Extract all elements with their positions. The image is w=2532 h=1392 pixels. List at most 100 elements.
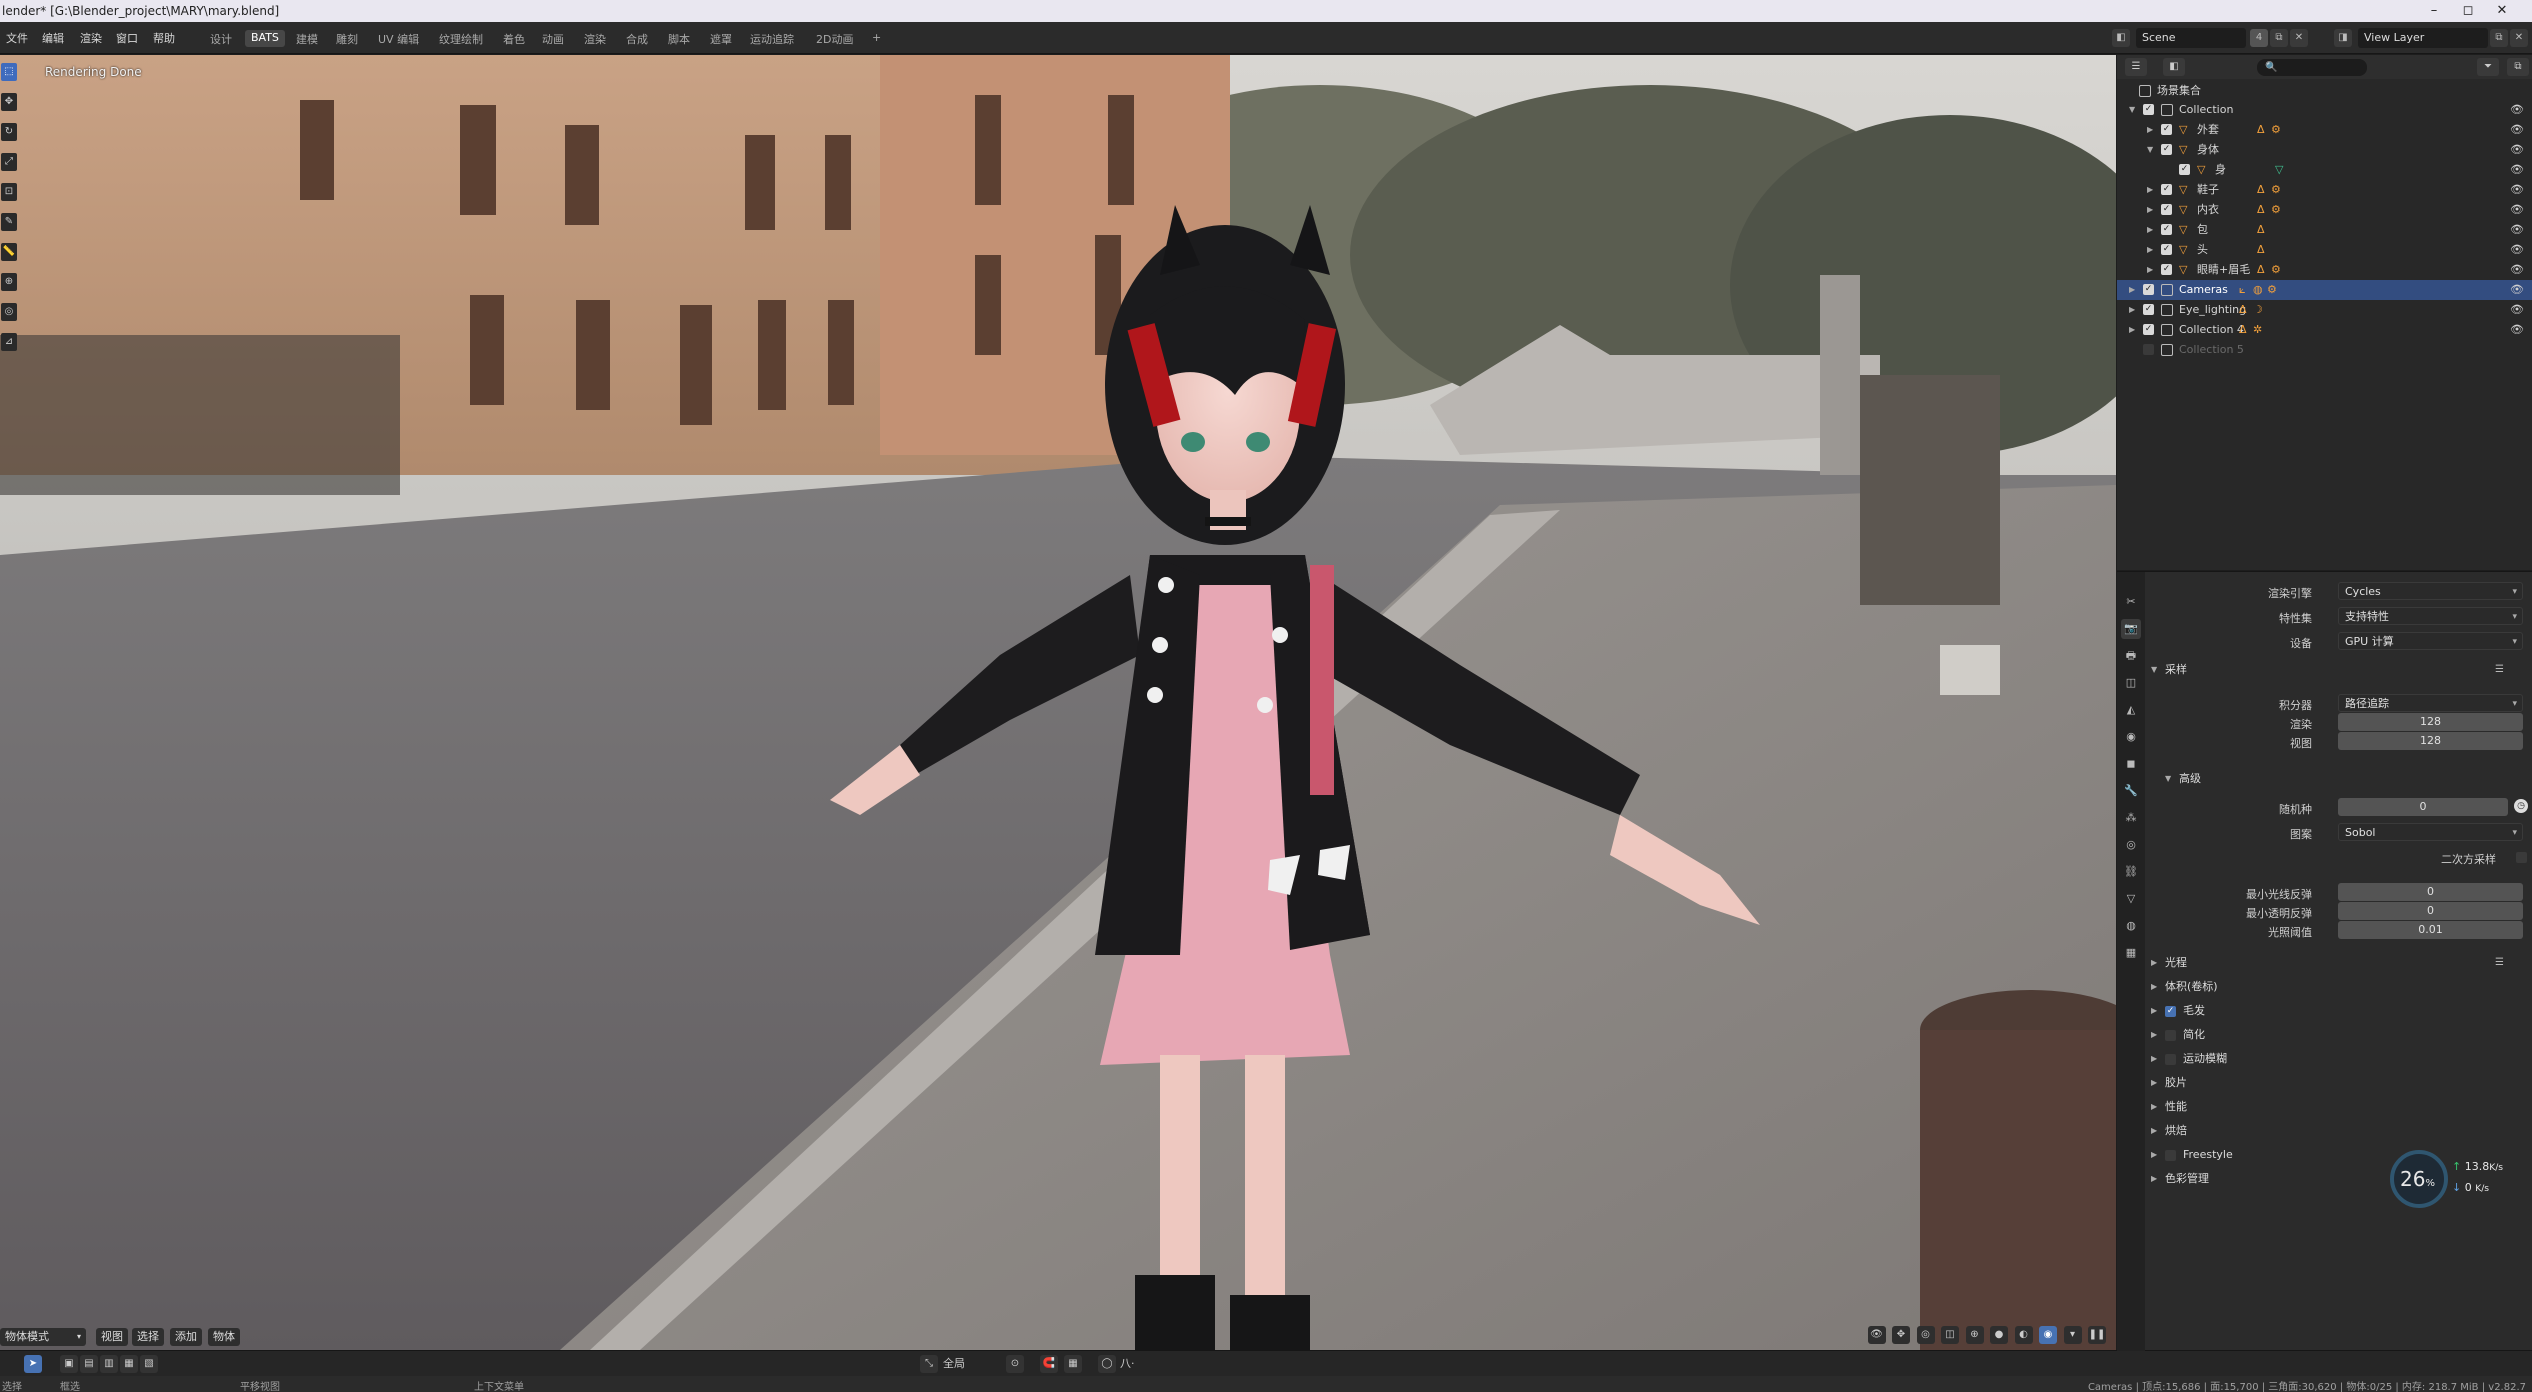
- preset-list-icon[interactable]: ☰: [2495, 952, 2504, 974]
- visibility-eye-icon[interactable]: 👁: [2510, 140, 2524, 160]
- visibility-eye-icon[interactable]: 👁: [2510, 320, 2524, 340]
- view-layer-icon[interactable]: ◫: [2121, 673, 2141, 693]
- cursor-icon[interactable]: ⊕: [1, 273, 17, 291]
- section-checkbox[interactable]: ✓: [2165, 1006, 2176, 1017]
- visibility-eye-icon[interactable]: 👁: [2510, 300, 2524, 320]
- workspace-tab[interactable]: 运动追踪: [744, 30, 800, 47]
- expand-right-icon[interactable]: ▶: [2129, 320, 2139, 340]
- workspace-tab[interactable]: 建模: [290, 30, 324, 47]
- scale-icon[interactable]: ⤢: [1, 153, 17, 171]
- outliner-row[interactable]: ▶ ✓ ▽ 外套 Δ ⚙ 👁: [2117, 120, 2532, 140]
- visibility-eye-icon[interactable]: 👁: [2510, 120, 2524, 140]
- xray-icon[interactable]: ◫: [1941, 1326, 1959, 1344]
- outliner-row[interactable]: ▼ ✓ ▽ 身体 👁: [2117, 140, 2532, 160]
- min-transparent-bounces-field[interactable]: 0: [2338, 902, 2523, 920]
- workspace-tab[interactable]: BATS: [245, 30, 285, 47]
- outliner-search-input[interactable]: 🔍: [2257, 59, 2367, 76]
- constraints-icon[interactable]: ⛓: [2121, 862, 2141, 882]
- section-checkbox[interactable]: [2165, 1150, 2176, 1161]
- new-collection-icon[interactable]: ⧉: [2507, 58, 2529, 76]
- workspace-tab[interactable]: 纹理绘制: [433, 30, 489, 47]
- world-icon[interactable]: ◉: [2121, 727, 2141, 747]
- menu-window[interactable]: 窗口: [116, 30, 138, 46]
- workspace-tab[interactable]: 渲染: [578, 30, 612, 47]
- visibility-eye-icon[interactable]: 👁: [2510, 200, 2524, 220]
- modifier-icon[interactable]: 🔧: [2121, 781, 2141, 801]
- workspace-tab[interactable]: UV 编辑: [372, 30, 425, 47]
- visibility-eye-icon[interactable]: 👁: [2510, 180, 2524, 200]
- expand-right-icon[interactable]: ▶: [2129, 280, 2139, 300]
- visibility-eye-icon[interactable]: 👁: [2510, 280, 2524, 300]
- select-intersect-icon[interactable]: ▧: [140, 1355, 158, 1373]
- visibility-eye-icon[interactable]: 👁: [2510, 240, 2524, 260]
- pivot-point-icon[interactable]: ⊙: [1006, 1355, 1024, 1373]
- pause-render-icon[interactable]: ❚❚: [2088, 1326, 2106, 1344]
- expand-right-icon[interactable]: ▶: [2147, 220, 2157, 240]
- display-mode-icon[interactable]: ◧: [2163, 58, 2185, 76]
- property-section[interactable]: ▶ ✓ 毛发: [2145, 1000, 2532, 1022]
- exclude-checkbox[interactable]: ✓: [2161, 204, 2172, 215]
- outliner-row[interactable]: ▶ ✓ Eye_lighting Δ ☽ 👁: [2117, 300, 2532, 320]
- workspace-tab[interactable]: 脚本: [662, 30, 696, 47]
- expand-right-icon[interactable]: ▶: [2147, 260, 2157, 280]
- outliner-row[interactable]: Collection 5: [2117, 340, 2532, 360]
- visibility-eye-icon[interactable]: 👁: [2510, 220, 2524, 240]
- object-icon[interactable]: ◼: [2121, 754, 2141, 774]
- advanced-subsection[interactable]: ▼ 高级: [2145, 768, 2532, 790]
- rendered-shading-icon[interactable]: ◉: [2039, 1326, 2057, 1344]
- expand-right-icon[interactable]: ▶: [2147, 200, 2157, 220]
- expand-right-icon[interactable]: ▶: [2147, 180, 2157, 200]
- material-icon[interactable]: ◍: [2121, 916, 2141, 936]
- menu-file[interactable]: 文件: [6, 30, 28, 46]
- workspace-tab[interactable]: 合成: [620, 30, 654, 47]
- select-menu[interactable]: 选择: [132, 1328, 164, 1346]
- select-extend-icon[interactable]: ▤: [80, 1355, 98, 1373]
- annotate-icon[interactable]: ✎: [1, 213, 17, 231]
- menu-edit[interactable]: 编辑: [42, 30, 64, 46]
- move-icon[interactable]: ✥: [1, 93, 17, 111]
- expand-right-icon[interactable]: ▶: [2147, 120, 2157, 140]
- tool-icon[interactable]: ✂: [2121, 592, 2141, 612]
- section-checkbox[interactable]: [2165, 1054, 2176, 1065]
- outliner-row[interactable]: ▶ ✓ ▽ 鞋子 Δ ⚙ 👁: [2117, 180, 2532, 200]
- exclude-checkbox[interactable]: ✓: [2143, 304, 2154, 315]
- maximize-button[interactable]: ◻: [2454, 2, 2482, 20]
- measure-icon[interactable]: 📏: [1, 243, 17, 261]
- proportional-edit-icon[interactable]: ◯: [1098, 1355, 1116, 1373]
- snap-target-icon[interactable]: ▦: [1064, 1355, 1082, 1373]
- device-dropdown[interactable]: GPU 计算 ▾: [2338, 632, 2523, 650]
- exclude-checkbox[interactable]: ✓: [2161, 184, 2172, 195]
- exclude-checkbox[interactable]: ✓: [2143, 104, 2154, 115]
- expand-down-icon[interactable]: ▼: [2129, 100, 2139, 120]
- integrator-dropdown[interactable]: 路径追踪 ▾: [2338, 694, 2523, 712]
- render-samples-field[interactable]: 128: [2338, 713, 2523, 731]
- add-cube-icon[interactable]: ⊿: [1, 333, 17, 351]
- view-layer-copy-icon[interactable]: ⧉: [2490, 29, 2508, 47]
- min-light-bounces-field[interactable]: 0: [2338, 883, 2523, 901]
- 3d-viewport[interactable]: Rendering Done ⬚ ✥ ↻ ⤢ ⊡ ✎ 📏 ⊕ ◎ ⊿ 物体模式 ▾ 视图 选择 添…: [0, 55, 2116, 1350]
- exclude-checkbox[interactable]: ✓: [2143, 284, 2154, 295]
- property-section[interactable]: ▶ 性能: [2145, 1096, 2532, 1118]
- texture-icon[interactable]: ▦: [2121, 943, 2141, 963]
- add-menu[interactable]: 添加: [170, 1328, 202, 1346]
- workspace-tab[interactable]: 设计: [204, 30, 238, 47]
- object-menu[interactable]: 物体: [208, 1328, 240, 1346]
- exclude-checkbox[interactable]: ✓: [2161, 264, 2172, 275]
- scene-name-field[interactable]: Scene: [2136, 28, 2246, 48]
- property-section[interactable]: ▶ 体积(卷标): [2145, 976, 2532, 998]
- workspace-tab[interactable]: 遮罩: [704, 30, 738, 47]
- view-layer-delete-icon[interactable]: ✕: [2510, 29, 2528, 47]
- expand-down-icon[interactable]: ▼: [2147, 140, 2157, 160]
- expand-right-icon[interactable]: ▶: [2147, 240, 2157, 260]
- clock-icon[interactable]: ◷: [2514, 799, 2528, 813]
- close-button[interactable]: ✕: [2488, 2, 2516, 20]
- select-box-icon[interactable]: ⬚: [1, 63, 17, 81]
- workspace-tab[interactable]: 2D动画: [810, 30, 859, 47]
- preset-list-icon[interactable]: ☰: [2495, 659, 2504, 681]
- exclude-checkbox[interactable]: ✓: [2161, 244, 2172, 255]
- light-threshold-field[interactable]: 0.01: [2338, 921, 2523, 939]
- property-section[interactable]: ▶ 烘焙: [2145, 1120, 2532, 1142]
- visibility-eye-icon[interactable]: 👁: [2510, 100, 2524, 120]
- scene-browse-icon[interactable]: ◧: [2112, 29, 2130, 47]
- outliner-row[interactable]: ▶ ✓ ▽ 头 Δ 👁: [2117, 240, 2532, 260]
